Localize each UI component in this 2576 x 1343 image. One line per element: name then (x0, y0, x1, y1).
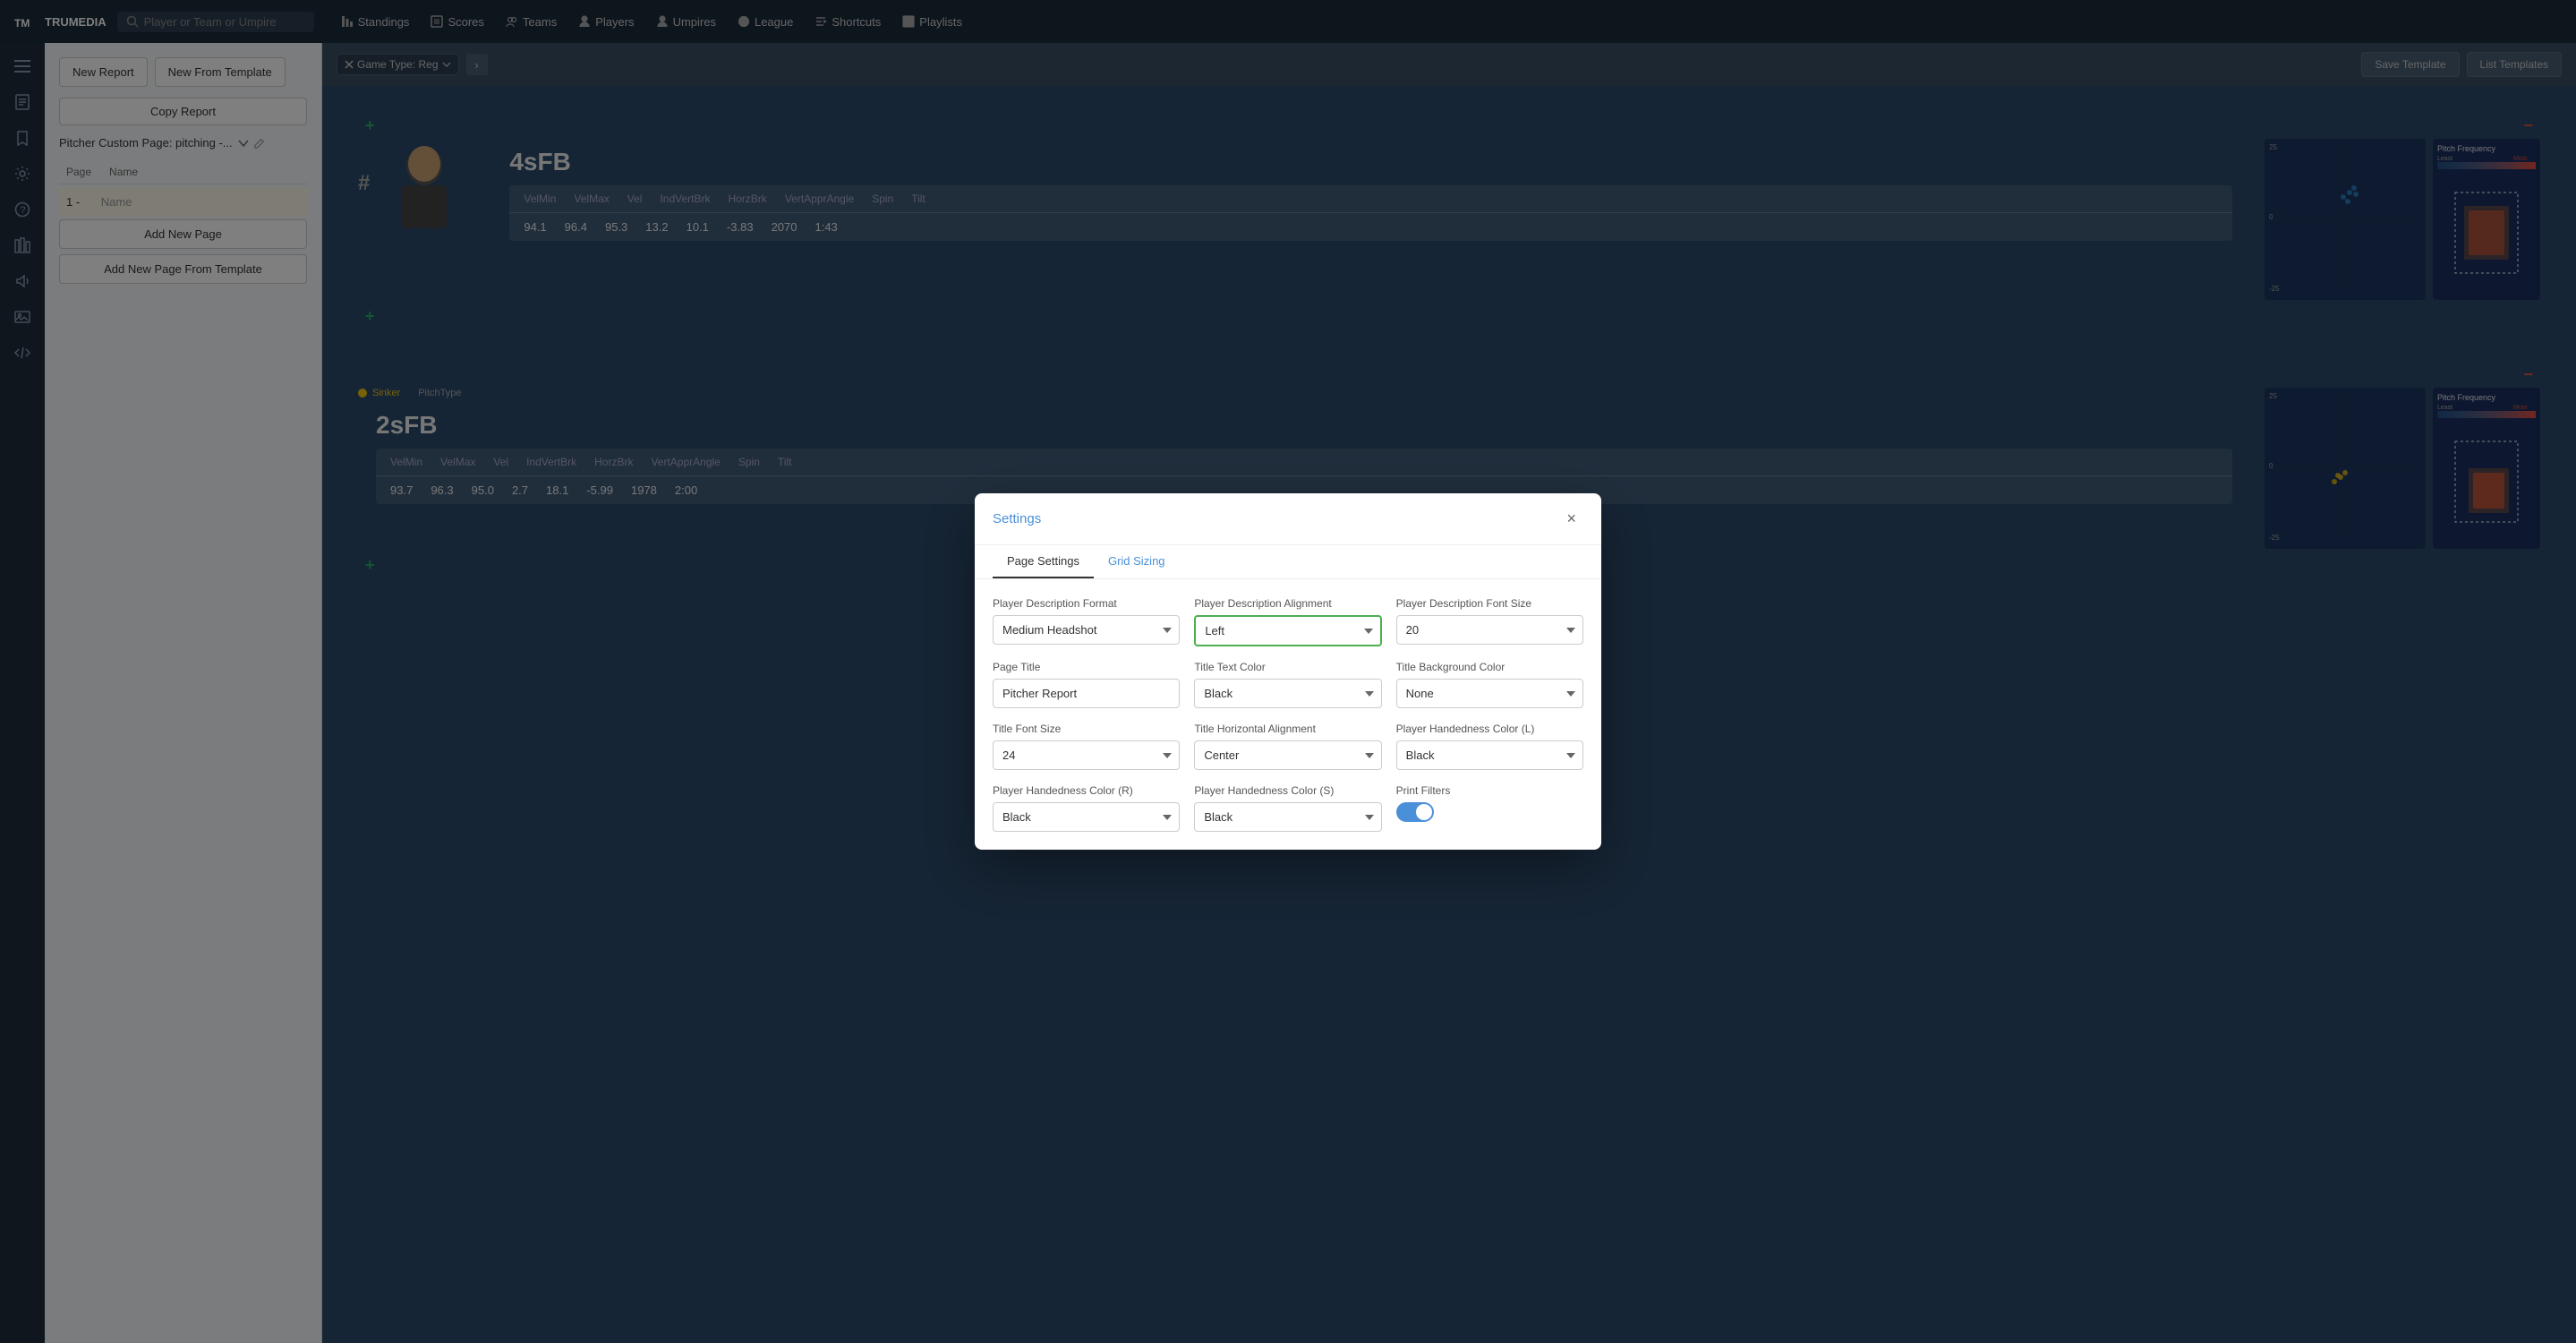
player-desc-font-size-select[interactable]: 20 (1396, 615, 1583, 645)
player-handedness-r-select[interactable]: Black (993, 802, 1180, 832)
player-handedness-s-group: Player Handedness Color (S) Black (1194, 784, 1381, 832)
player-handedness-l-select[interactable]: Black (1396, 740, 1583, 770)
settings-row-4: Player Handedness Color (R) Black Player… (993, 784, 1583, 832)
modal-body: Player Description Format Medium Headsho… (975, 579, 1601, 850)
title-bg-color-label: Title Background Color (1396, 661, 1583, 673)
player-handedness-s-select[interactable]: Black (1194, 802, 1381, 832)
tab-grid-sizing[interactable]: Grid Sizing (1094, 545, 1180, 578)
settings-row-3: Title Font Size 24 Title Horizontal Alig… (993, 723, 1583, 770)
player-desc-format-label: Player Description Format (993, 597, 1180, 610)
player-handedness-l-group: Player Handedness Color (L) Black (1396, 723, 1583, 770)
modal-overlay: Settings × Page Settings Grid Sizing Pla… (0, 0, 2576, 1343)
title-text-color-select[interactable]: Black (1194, 679, 1381, 708)
player-handedness-l-label: Player Handedness Color (L) (1396, 723, 1583, 735)
page-title-group: Page Title (993, 661, 1180, 708)
settings-row-1: Player Description Format Medium Headsho… (993, 597, 1583, 646)
title-h-alignment-label: Title Horizontal Alignment (1194, 723, 1381, 735)
tab-page-settings[interactable]: Page Settings (993, 545, 1094, 578)
modal-close-button[interactable]: × (1559, 506, 1583, 532)
player-desc-format-group: Player Description Format Medium Headsho… (993, 597, 1180, 646)
settings-row-2: Page Title Title Text Color Black Title … (993, 661, 1583, 708)
player-desc-font-size-label: Player Description Font Size (1396, 597, 1583, 610)
print-filters-label: Print Filters (1396, 784, 1583, 797)
title-text-color-group: Title Text Color Black (1194, 661, 1381, 708)
title-font-size-group: Title Font Size 24 (993, 723, 1180, 770)
player-handedness-s-label: Player Handedness Color (S) (1194, 784, 1381, 797)
page-title-label: Page Title (993, 661, 1180, 673)
player-desc-alignment-label: Player Description Alignment (1194, 597, 1381, 610)
player-desc-alignment-group: Player Description Alignment Left (1194, 597, 1381, 646)
settings-modal: Settings × Page Settings Grid Sizing Pla… (975, 493, 1601, 850)
title-h-alignment-select[interactable]: Center (1194, 740, 1381, 770)
player-desc-alignment-select[interactable]: Left (1194, 615, 1381, 646)
title-font-size-label: Title Font Size (993, 723, 1180, 735)
title-h-alignment-group: Title Horizontal Alignment Center (1194, 723, 1381, 770)
player-desc-font-size-group: Player Description Font Size 20 (1396, 597, 1583, 646)
title-text-color-label: Title Text Color (1194, 661, 1381, 673)
modal-title: Settings (993, 511, 1041, 526)
print-filters-toggle[interactable] (1396, 802, 1583, 822)
player-handedness-r-group: Player Handedness Color (R) Black (993, 784, 1180, 832)
modal-header: Settings × (975, 493, 1601, 545)
print-filters-group: Print Filters (1396, 784, 1583, 832)
title-bg-color-group: Title Background Color None (1396, 661, 1583, 708)
player-desc-format-select[interactable]: Medium Headshot (993, 615, 1180, 645)
title-bg-color-select[interactable]: None (1396, 679, 1583, 708)
modal-tabs: Page Settings Grid Sizing (975, 545, 1601, 579)
page-title-input[interactable] (993, 679, 1180, 708)
title-font-size-select[interactable]: 24 (993, 740, 1180, 770)
player-handedness-r-label: Player Handedness Color (R) (993, 784, 1180, 797)
